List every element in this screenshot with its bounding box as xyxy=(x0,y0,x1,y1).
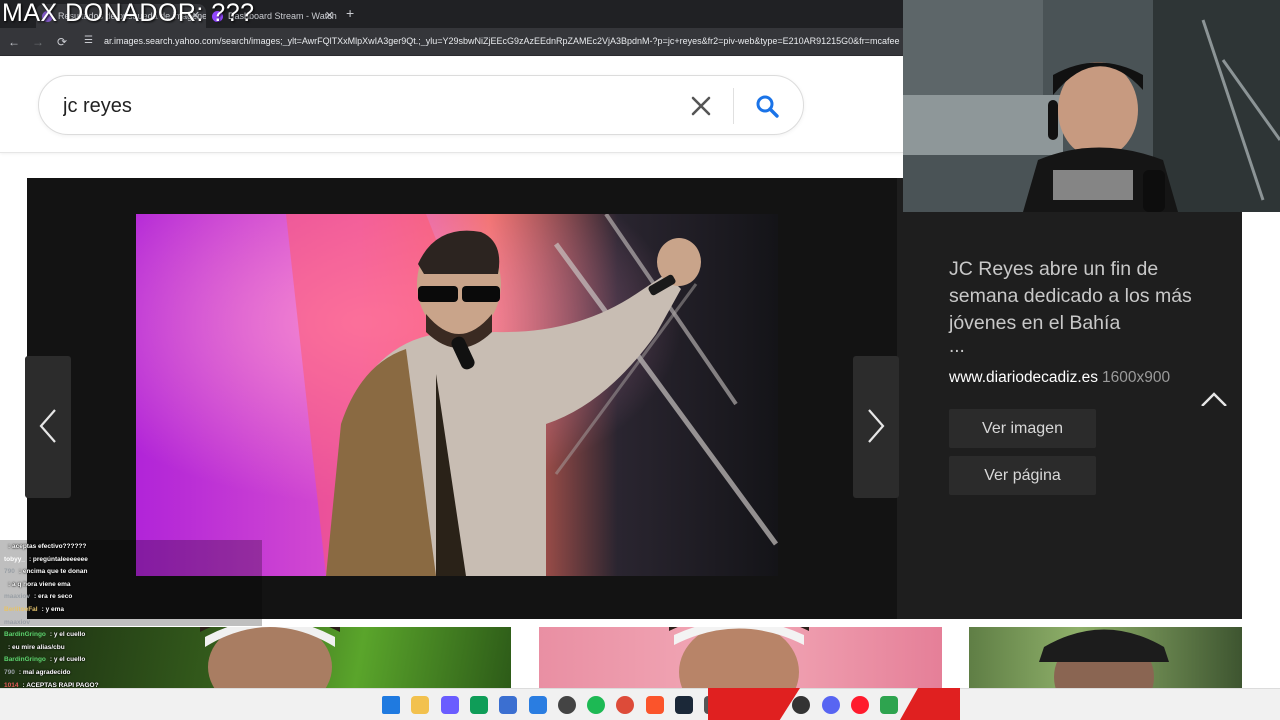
windows-start-icon[interactable] xyxy=(382,696,400,714)
clear-search-icon[interactable] xyxy=(687,92,715,120)
webcam-overlay xyxy=(903,0,1280,212)
reload-icon[interactable]: ⟳ xyxy=(54,34,70,50)
chat-message: tobyy_: pregúntaleeeeeee xyxy=(2,554,88,566)
chat-text: : eu mire alias/cbu xyxy=(8,643,65,651)
main-image[interactable] xyxy=(136,214,778,576)
search-box xyxy=(38,75,804,135)
chat-text: : encima que te donan xyxy=(18,568,88,576)
search-input[interactable] xyxy=(63,92,663,120)
source-domain-link[interactable]: www.diariodecadiz.es xyxy=(949,369,1098,386)
chat-text: : y el cuello xyxy=(49,656,86,664)
forward-arrow-icon[interactable]: → xyxy=(30,34,46,50)
previous-image-button[interactable] xyxy=(25,356,71,498)
chat-message: maaxiov: era re seco xyxy=(2,591,72,603)
chat-username: BerlitoeFal xyxy=(4,606,38,613)
search-divider xyxy=(733,88,734,124)
chat-message: BerlitoeFal: y ema xyxy=(2,604,64,616)
chat-message: : a q hora viene ema xyxy=(2,579,71,591)
brave-icon[interactable] xyxy=(645,696,664,714)
steam-icon[interactable] xyxy=(675,696,693,714)
chevron-right-icon xyxy=(868,409,885,443)
close-viewer-icon[interactable] xyxy=(1199,390,1229,406)
related-image-thumbnail[interactable] xyxy=(969,627,1242,688)
browser-toolbar: ← → ⟳ ☰ ar.images.search.yahoo.com/searc… xyxy=(0,28,904,56)
image-dimensions: 1600x900 xyxy=(1102,369,1171,386)
discord-icon[interactable] xyxy=(821,696,840,714)
chat-message: : aceptas efectivo?????? xyxy=(2,541,86,553)
view-page-button[interactable]: Ver página xyxy=(949,456,1096,495)
related-image-thumbnail[interactable] xyxy=(539,627,942,688)
chat-text: : y ema xyxy=(41,606,64,613)
copilot-icon[interactable] xyxy=(440,696,459,714)
chat-message: BardinGringo: y el cuello xyxy=(2,629,85,641)
chat-message: BardinGringo: y el cuello xyxy=(2,654,85,666)
chrome-icon[interactable] xyxy=(616,696,635,714)
chat-text: : y el cuello xyxy=(49,631,86,639)
chat-message: 790: mal agradecido xyxy=(2,667,71,679)
chat-username: tobyy_ xyxy=(4,555,25,563)
search-header xyxy=(0,57,904,153)
chat-text: : aceptas efectivo?????? xyxy=(8,543,87,550)
edge-icon[interactable] xyxy=(469,696,488,714)
stream-overlay-title: MAX DONADOR: ??? xyxy=(2,0,255,27)
back-arrow-icon[interactable]: ← xyxy=(6,34,22,50)
app2-icon[interactable] xyxy=(792,696,811,714)
chat-username: BardinGringo xyxy=(4,631,46,639)
image-info-panel: JC Reyes abre un fin de semana dedicado … xyxy=(949,256,1209,495)
chat-username: maaxiov xyxy=(4,618,31,626)
chat-message: : eu mire alias/cbu xyxy=(2,642,65,654)
chat-text: : pregúntaleeeeeee xyxy=(28,555,88,563)
app3-icon[interactable] xyxy=(880,696,899,714)
address-bar[interactable]: ar.images.search.yahoo.com/search/images… xyxy=(104,36,904,46)
image-source: www.diariodecadiz.es 1600x900 xyxy=(949,369,1209,387)
image-title-ellipsis: ... xyxy=(949,336,965,357)
chat-message: 790: encima que te donan xyxy=(2,566,87,578)
chat-username: 790 xyxy=(4,669,15,676)
chat-text: : a q hora viene ema xyxy=(8,580,71,588)
chat-username: maaxiov xyxy=(4,593,31,601)
site-info-icon[interactable]: ☰ xyxy=(84,35,98,49)
chat-username: BardinGringo xyxy=(4,656,46,664)
close-tab-icon[interactable]: ✕ xyxy=(325,9,334,22)
file-explorer-icon[interactable] xyxy=(411,696,430,714)
chevron-left-icon xyxy=(39,409,56,443)
chat-message: maaxiov xyxy=(2,617,34,629)
search-icon[interactable] xyxy=(753,92,781,120)
screen: Resultados de búsqueda de imágenes ✕ Das… xyxy=(0,0,1280,720)
chat-username: 790 xyxy=(4,568,15,576)
obs-icon[interactable] xyxy=(557,696,576,714)
image-title[interactable]: JC Reyes abre un fin de semana dedicado … xyxy=(949,256,1209,337)
store-icon[interactable] xyxy=(499,696,518,714)
mail-icon[interactable] xyxy=(528,696,547,714)
view-image-button[interactable]: Ver imagen xyxy=(949,409,1096,448)
new-tab-button[interactable]: + xyxy=(346,5,354,21)
opera-icon[interactable] xyxy=(850,696,869,714)
chat-text: : era re seco xyxy=(34,593,73,601)
next-image-button[interactable] xyxy=(853,356,899,498)
spotify-icon[interactable] xyxy=(587,696,606,714)
windows-taskbar xyxy=(0,688,1280,720)
chat-text: : mal agradecido xyxy=(18,669,71,676)
